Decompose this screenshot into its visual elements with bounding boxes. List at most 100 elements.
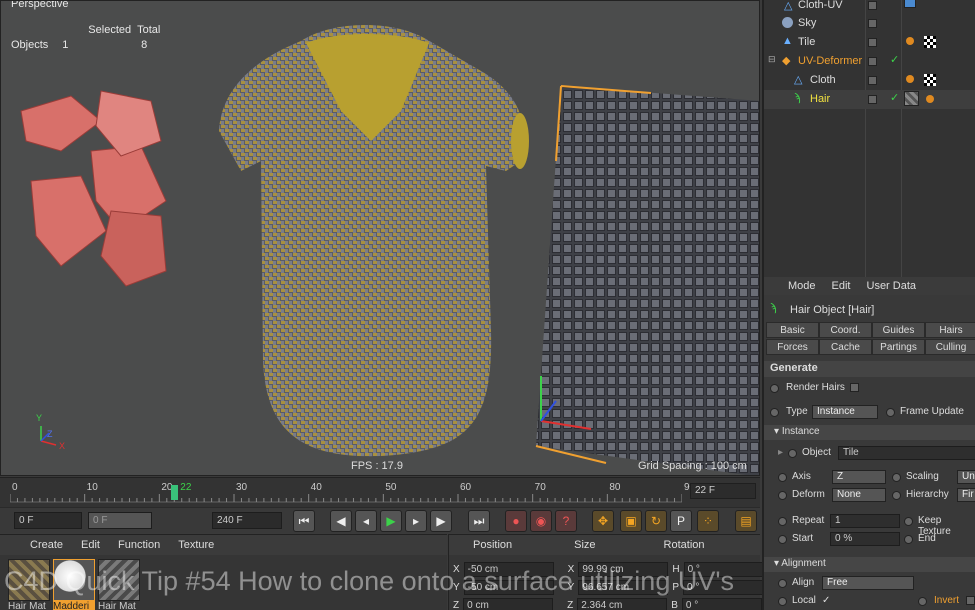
object-row-uv-deformer[interactable]: ⊟ ◆ UV-Deformer ✓	[764, 52, 975, 71]
deform-dropdown[interactable]: None	[832, 488, 886, 502]
object-name[interactable]: Hair	[810, 93, 830, 105]
timeline[interactable]: 010202230405060708090 22 F	[0, 477, 760, 507]
attr-menu-user-data[interactable]: User Data	[867, 280, 917, 292]
type-dropdown[interactable]: Instance	[812, 405, 878, 419]
visibility-toggle[interactable]	[868, 57, 877, 66]
range-start-field[interactable]: 0 F	[88, 512, 152, 529]
animate-toggle[interactable]	[778, 517, 787, 526]
visibility-toggle[interactable]	[868, 19, 877, 28]
timeline-playhead[interactable]	[171, 485, 179, 500]
tab-hairs[interactable]: Hairs	[925, 322, 975, 338]
animate-toggle[interactable]	[778, 473, 787, 482]
animate-toggle[interactable]	[892, 491, 901, 500]
object-row-sky[interactable]: Sky	[764, 14, 975, 33]
object-row-tile[interactable]: ▲ Tile	[764, 33, 975, 52]
timeline-ruler[interactable]: 010202230405060708090	[10, 482, 695, 504]
move-key-button[interactable]: ✥	[592, 510, 614, 532]
previous-frame-button[interactable]: ◂	[355, 510, 377, 532]
end-frame-field[interactable]: 240 F	[212, 512, 282, 529]
scale-key-button[interactable]: ▣	[620, 510, 642, 532]
record-keyframe-button[interactable]: ●	[505, 510, 527, 532]
object-name[interactable]: Cloth	[810, 74, 836, 86]
autokey-button[interactable]: ◉	[530, 510, 552, 532]
animate-toggle[interactable]	[778, 535, 787, 544]
next-frame-button[interactable]: ▸	[405, 510, 427, 532]
visibility-toggle[interactable]	[868, 95, 877, 104]
animate-toggle[interactable]	[770, 384, 779, 393]
go-to-start-button[interactable]: ⏮	[293, 510, 315, 532]
hierarchy-dropdown[interactable]: Fir	[957, 488, 975, 502]
object-link-field[interactable]: Tile	[838, 446, 975, 460]
object-name[interactable]: Cloth-UV	[798, 0, 843, 11]
axis-dropdown[interactable]: Z	[832, 470, 886, 484]
keyframe-selection-button[interactable]: ?	[555, 510, 577, 532]
expand-icon[interactable]: ▸	[778, 447, 783, 458]
type-label: Type	[786, 406, 808, 417]
3d-viewport[interactable]: Perspective Selected Total Objects 1 8 Y…	[0, 0, 760, 476]
timeline-ticks	[10, 494, 682, 503]
point-level-key-button[interactable]: ⁘	[697, 510, 719, 532]
start-frame-field[interactable]: 0 F	[14, 512, 82, 529]
tab-culling[interactable]: Culling	[925, 339, 975, 355]
next-key-button[interactable]: ▶	[430, 510, 452, 532]
material-menu-edit[interactable]: Edit	[81, 539, 100, 551]
animate-toggle[interactable]	[886, 408, 895, 417]
rotate-key-button[interactable]: ↻	[645, 510, 667, 532]
texture-tag-icon[interactable]	[924, 74, 936, 86]
timeline-tick-label: 10	[86, 482, 98, 493]
parameter-key-button[interactable]: P	[670, 510, 692, 532]
animate-toggle[interactable]	[788, 449, 797, 458]
current-frame-field[interactable]: 22 F	[690, 483, 756, 499]
render-hairs-checkbox[interactable]	[850, 383, 859, 392]
play-button[interactable]: ▶	[380, 510, 402, 532]
animate-toggle[interactable]	[770, 408, 779, 417]
animate-toggle[interactable]	[778, 491, 787, 500]
object-row-hair[interactable]: ϡ Hair ✓	[764, 90, 975, 109]
material-tag-icon[interactable]	[926, 95, 934, 103]
axis-z-label: Z	[47, 429, 53, 439]
object-name[interactable]: UV-Deformer	[798, 55, 862, 67]
generate-section-header[interactable]: Generate	[764, 361, 975, 377]
film-strip-button[interactable]: ▤	[735, 510, 757, 532]
object-name[interactable]: Sky	[798, 17, 816, 29]
material-menu-texture[interactable]: Texture	[178, 539, 214, 551]
attr-menu-mode[interactable]: Mode	[788, 280, 816, 292]
material-menu-create[interactable]: Create	[30, 539, 63, 551]
start-field[interactable]: 0 %	[830, 532, 900, 546]
animate-toggle[interactable]	[892, 473, 901, 482]
visibility-toggle[interactable]	[868, 1, 877, 10]
coordinate-headers: Position Size Rotation	[449, 535, 760, 555]
coord-header-rotation: Rotation	[663, 539, 705, 551]
attr-menu-edit[interactable]: Edit	[832, 280, 851, 292]
hair-material-tag-icon[interactable]	[904, 91, 919, 106]
enabled-check-icon[interactable]: ✓	[890, 53, 899, 66]
tab-forces[interactable]: Forces	[766, 339, 819, 355]
material-menu-function[interactable]: Function	[118, 539, 160, 551]
enabled-check-icon[interactable]: ✓	[890, 91, 899, 104]
animate-toggle[interactable]	[904, 535, 913, 544]
object-name[interactable]: Tile	[798, 36, 815, 48]
cloth-object-icon: △	[784, 0, 793, 12]
object-label: Object	[802, 447, 831, 458]
instance-section-header[interactable]: ▾ Instance	[764, 425, 975, 440]
previous-key-button[interactable]: ◀	[330, 510, 352, 532]
visibility-toggle[interactable]	[868, 76, 877, 85]
repeat-field[interactable]: 1	[830, 514, 900, 528]
object-row-cloth-uv[interactable]: △ Cloth-UV	[764, 0, 975, 15]
tag-icon[interactable]	[904, 0, 916, 8]
texture-tag-icon[interactable]	[924, 36, 936, 48]
tab-coord[interactable]: Coord.	[819, 322, 872, 338]
transport-bar: 0 F 0 F 240 F ⏮ ◀ ◂ ▶ ▸ ▶ ⏭ ● ◉ ? ✥ ▣ ↻ …	[0, 507, 760, 533]
go-to-end-button[interactable]: ⏭	[468, 510, 490, 532]
tab-cache[interactable]: Cache	[819, 339, 872, 355]
object-row-cloth[interactable]: △ Cloth	[764, 71, 975, 90]
tab-guides[interactable]: Guides	[872, 322, 925, 338]
scaling-dropdown[interactable]: Un	[957, 470, 975, 484]
tab-basic[interactable]: Basic	[766, 322, 819, 338]
animate-toggle[interactable]	[904, 517, 913, 526]
material-tag-icon[interactable]	[906, 37, 914, 45]
tab-partings[interactable]: Partings	[872, 339, 925, 355]
material-tag-icon[interactable]	[906, 75, 914, 83]
collapse-icon[interactable]: ⊟	[768, 54, 776, 65]
visibility-toggle[interactable]	[868, 38, 877, 47]
